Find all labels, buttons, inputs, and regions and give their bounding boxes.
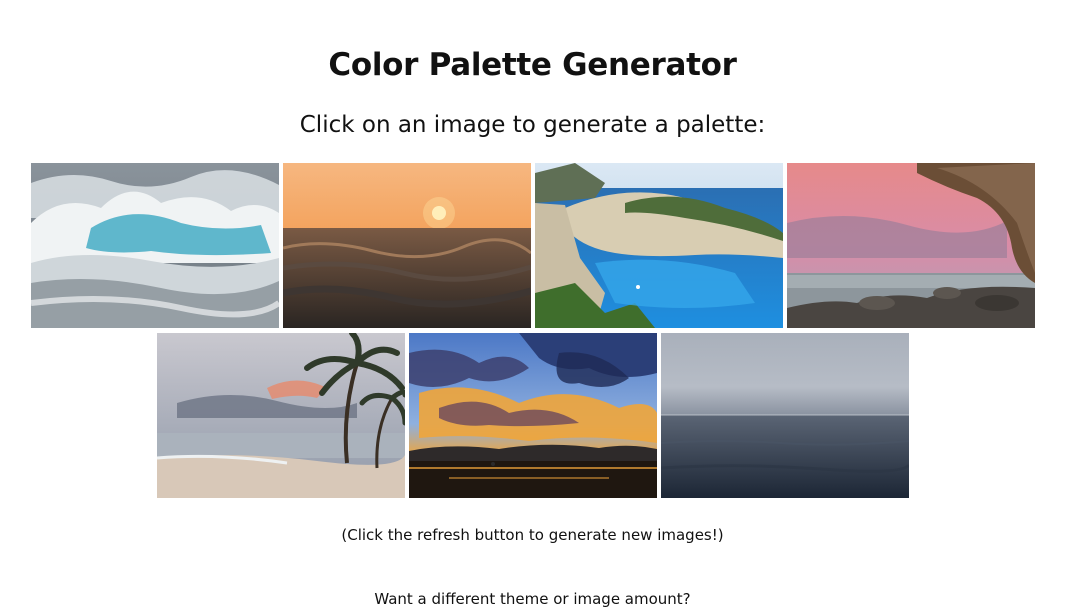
calm-grey-sea-graphic xyxy=(661,333,909,498)
sea-sunset-graphic xyxy=(283,163,531,328)
pink-sky-rocky-shore-graphic xyxy=(787,163,1035,328)
theme-question-text: Want a different theme or image amount? xyxy=(374,590,691,608)
calm-grey-sea-image[interactable] xyxy=(661,333,909,498)
refresh-hint: (Click the refresh button to generate ne… xyxy=(341,526,724,544)
ocean-waves-image[interactable] xyxy=(31,163,279,328)
sea-sunset-image[interactable] xyxy=(283,163,531,328)
dramatic-sunset-clouds-graphic xyxy=(409,333,657,498)
palm-beach-image[interactable] xyxy=(157,333,405,498)
cliff-bay-graphic xyxy=(535,163,783,328)
image-gallery xyxy=(0,0,1080,608)
palm-beach-graphic xyxy=(157,333,405,498)
pink-sky-rocky-shore-image[interactable] xyxy=(787,163,1035,328)
dramatic-sunset-clouds-image[interactable] xyxy=(409,333,657,498)
ocean-waves-graphic xyxy=(31,163,279,328)
cliff-bay-image[interactable] xyxy=(535,163,783,328)
